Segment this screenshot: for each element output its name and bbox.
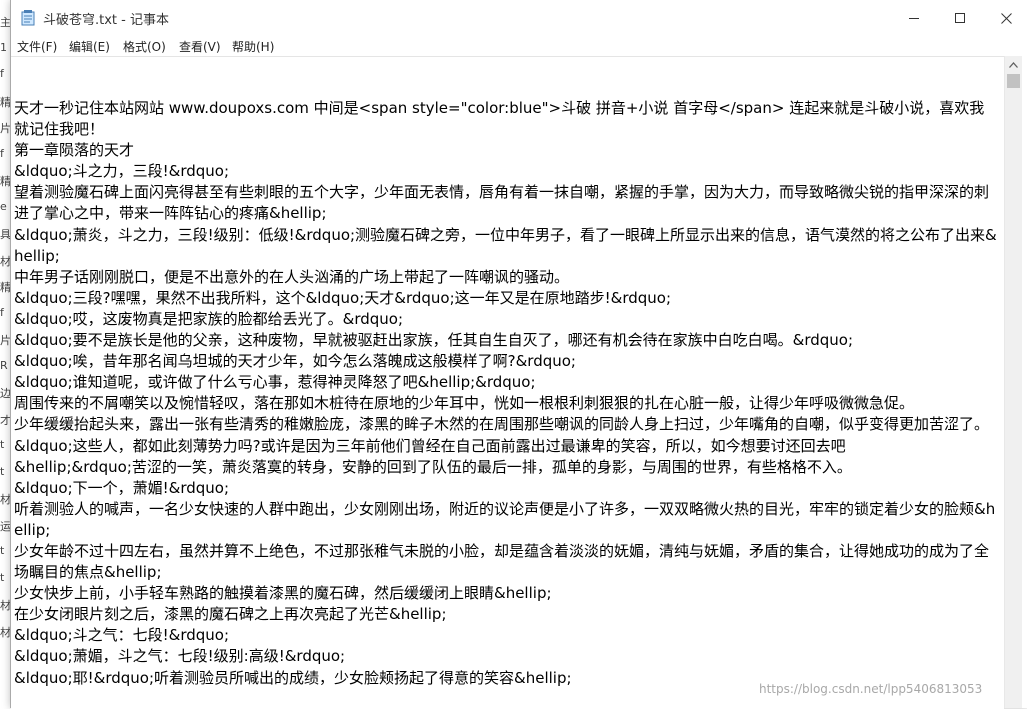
text-line: 天才一秒记住本站网站 www.doupoxs.com 中间是<span styl… [14,99,985,139]
background-sidebar-char: 精 [0,281,10,294]
background-sidebar-char: 精 [0,175,10,188]
editor-content[interactable]: 天才一秒记住本站网站 www.doupoxs.com 中间是<span styl… [14,98,999,689]
text-line: 中年男子话刚刚脱口，便是不出意外的在人头汹涌的广场上带起了一阵嘲讽的骚动。 [14,267,570,286]
watermark: https://blog.csdn.net/lpp5406813053 [759,682,983,696]
background-sidebar-char: 1 [0,40,7,54]
background-sidebar-char: 材 [0,493,10,506]
text-line: &ldquo;萧炎，斗之力，三段!级别：低级!&rdquo;测验魔石碑之旁，一位… [14,225,997,265]
text-line: &ldquo;三段?嘿嘿，果然不出我所料，这个&ldquo;天才&rdquo;这… [14,288,672,307]
background-sidebar-char: 材 [0,625,10,639]
text-line: 在少女闭眼片刻之后，漆黑的魔石碑之上再次亮起了光芒&hellip; [14,605,447,624]
text-line: &ldquo;唉，昔年那名闻乌坦城的天才少年，如今怎么落魄成这般模样了啊?&rd… [14,352,576,371]
text-line: &ldquo;谁知道呢，或许做了什么亏心事，惹得神灵降怒了吧&hellip;&r… [14,373,536,392]
title-bar[interactable]: 斗破苍穹.txt - 记事本 [11,0,1027,36]
background-sidebar-char: 运 [0,519,10,533]
background-sidebar-char: f [0,146,4,160]
close-button[interactable] [983,0,1027,36]
background-sidebar-char: R [0,358,8,372]
scrollbar-thumb[interactable] [1007,74,1020,88]
text-line: &ldquo;下一个，萧媚!&rdquo; [14,478,230,497]
text-line: 少女快步上前，小手轻车熟路的触摸着漆黑的魔石碑，然后缓缓闭上眼睛&hellip; [14,584,552,603]
text-line: 望着测验魔石碑上面闪亮得甚至有些刺眼的五个大字，少年面无表情，唇角有着一抹自嘲，… [14,183,990,223]
background-sidebar-char: t [0,438,5,451]
background-sidebar-char: 边 [0,387,10,400]
scroll-up-button[interactable] [1005,56,1022,73]
background-sidebar-char: e [0,199,7,213]
text-line: &ldquo;斗之力，三段!&rdquo; [14,162,230,181]
window-title: 斗破苍穹.txt - 记事本 [43,13,169,28]
background-sidebar-char: f [0,305,4,319]
text-editor[interactable]: 天才一秒记住本站网站 www.doupoxs.com 中间是<span styl… [11,56,1004,709]
menu-help[interactable]: 帮助(H) [232,38,274,55]
text-line: &ldquo;萧媚，斗之气：七段!级别:高级!&rdquo; [14,647,346,666]
text-line: 少女年龄不过十四左右，虽然并算不上绝色，不过那张稚气未脱的小脸，却是蕴含着淡淡的… [14,541,990,582]
text-line: &hellip;&rdquo;苦涩的一笑，萧炎落寞的转身，安静的回到了队伍的最后… [14,457,852,476]
notepad-icon [21,10,35,26]
menu-file[interactable]: 文件(F) [17,38,57,55]
background-sidebar-char: 主 [0,16,10,29]
text-line: &ldquo;哎，这废物真是把家族的脸都给丢光了。&rdquo; [14,309,404,328]
background-sidebar-char: 精 [0,95,10,109]
background-sidebar-char: 具 [0,228,10,241]
background-sidebar-char: 片 [0,334,10,347]
menu-edit[interactable]: 编辑(E) [69,38,110,55]
text-line: 周围传来的不屑嘲笑以及惋惜轻叹，落在那如木桩待在原地的少年耳中，恍如一根根利刺狠… [14,394,915,413]
maximize-button[interactable] [937,0,983,36]
chevron-up-icon [1009,61,1018,68]
maximize-icon [955,13,965,23]
background-sidebar-char: 片 [0,122,10,135]
menu-view[interactable]: 查看(V) [179,38,221,55]
minimize-icon [909,18,919,19]
text-line: 少年缓缓抬起头来，露出一张有些清秀的稚嫩脸庞，漆黑的眸子木然的在周围那些嘲讽的同… [14,415,990,434]
background-sidebar-char: 材 [0,599,10,612]
vertical-scrollbar[interactable] [1004,56,1022,708]
text-line: 第一章陨落的天才 [14,141,135,160]
background-sidebar-char: t [0,570,5,584]
close-icon [1000,12,1012,24]
background-sidebar-char: f [0,67,4,80]
text-line: &ldquo;这些人，都如此刻薄势力吗?或许是因为三年前他们曾经在自己面前露出过… [14,436,846,455]
background-sidebar-char: 才 [0,413,10,427]
background-sidebar-char: t [0,464,5,478]
text-line: &ldquo;斗之气：七段!&rdquo; [14,626,230,645]
notepad-window: 斗破苍穹.txt - 记事本 文件(F) 编辑(E) 格式(O) 查看(V) 帮… [10,0,1027,709]
background-sidebar-char: 材 [0,254,10,268]
background-sidebar-char: t [0,544,5,557]
menu-format[interactable]: 格式(O) [123,38,166,55]
text-line: &ldquo;要不是族长是他的父亲，这种废物，早就被驱赶出家族，任其自生自灭了，… [14,331,854,350]
minimize-button[interactable] [891,0,937,36]
menu-bar: 文件(F) 编辑(E) 格式(O) 查看(V) 帮助(H) [11,36,1027,56]
text-line: 听着测验人的喊声，一名少女快速的人群中跑出，少女刚刚出场，附近的议论声便是小了许… [14,499,996,539]
